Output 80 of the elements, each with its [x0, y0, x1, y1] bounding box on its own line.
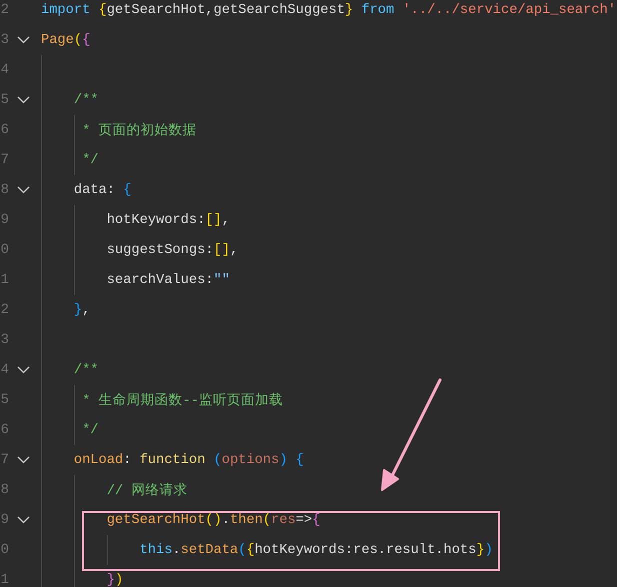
code-token: Page — [41, 32, 74, 48]
code-token: () — [205, 512, 222, 528]
line-number: 2 — [0, 2, 9, 18]
line-number: 1 — [0, 572, 9, 587]
line-number: 7 — [0, 452, 9, 468]
code-token: getSearchHot — [106, 512, 206, 528]
code-token: [] — [205, 212, 222, 228]
code-token: } — [344, 2, 354, 18]
code-token: => — [296, 512, 312, 528]
code-token: { — [82, 32, 90, 48]
fold-chevron-icon[interactable] — [17, 456, 30, 464]
code-token: . — [172, 542, 181, 558]
line-number: 6 — [0, 122, 9, 138]
code-token: [] — [214, 242, 230, 258]
code-token: from — [361, 2, 396, 18]
line-number: 5 — [0, 92, 9, 108]
line-number: 9 — [0, 212, 9, 228]
code-token: ( — [238, 542, 246, 558]
line-number: 0 — [0, 242, 9, 258]
code-token: { — [98, 2, 107, 18]
code-token: ) — [279, 452, 288, 468]
code-token: , — [230, 242, 238, 258]
code-token: data: — [72, 182, 116, 198]
code-token: * 页面的初始数据 — [81, 122, 196, 139]
code-token: { — [296, 452, 304, 468]
code-token: searchValues: — [106, 272, 214, 288]
line-number: 6 — [0, 422, 9, 438]
code-token: res — [271, 512, 296, 528]
fold-chevron-icon[interactable] — [17, 186, 30, 194]
code-token: { — [312, 512, 320, 528]
code-token: } — [476, 542, 485, 558]
code-token: /** — [72, 362, 98, 378]
code-token: "" — [214, 272, 230, 288]
code-token: then — [230, 512, 263, 528]
code-token: '../../service/api_search' — [402, 2, 616, 18]
line-number: 4 — [0, 362, 9, 378]
code-token: * 生命周期函数--监听页面加载 — [81, 392, 283, 409]
code-token: setData — [180, 542, 238, 558]
code-token: suggestSongs: — [106, 242, 214, 258]
fold-chevron-icon[interactable] — [17, 366, 30, 374]
code-token: ( — [214, 452, 222, 468]
line-number: 8 — [0, 482, 9, 498]
line-number: 2 — [0, 302, 9, 318]
fold-chevron-icon[interactable] — [17, 96, 30, 104]
arrow-icon — [378, 376, 444, 494]
line-number: 9 — [0, 512, 9, 528]
code-token: } — [72, 302, 82, 318]
code-token: */ — [81, 152, 98, 168]
code-token: ) — [114, 572, 124, 587]
line-number: 8 — [0, 182, 9, 198]
code-token: function — [140, 452, 206, 468]
line-number: 3 — [0, 32, 9, 48]
line-number: 0 — [0, 542, 9, 558]
fold-chevron-icon[interactable] — [17, 36, 30, 44]
code-token: this — [138, 542, 172, 558]
code-token: , — [222, 212, 230, 228]
code-token: hotKeywords: — [106, 212, 206, 228]
code-token: , — [82, 302, 90, 318]
code-token: } — [106, 572, 115, 587]
line-number: 1 — [0, 272, 9, 288]
line-number: 3 — [0, 332, 9, 348]
fold-chevron-icon[interactable] — [17, 516, 30, 524]
line-number: 7 — [0, 152, 9, 168]
code-token: getSearchHot,getSearchSuggest — [106, 2, 345, 18]
code-token: { — [246, 542, 255, 558]
code-token: ( — [262, 512, 272, 528]
code-token: options — [222, 452, 280, 468]
code-token: */ — [81, 422, 98, 438]
code-token: ( — [74, 32, 82, 48]
line-number: 4 — [0, 62, 9, 78]
code-token: ) — [484, 542, 493, 558]
code-token: /** — [72, 92, 98, 108]
code-token: import — [41, 2, 92, 18]
line-number: 5 — [0, 392, 9, 408]
code-token: // 网络请求 — [106, 482, 188, 499]
code-token: : — [123, 452, 132, 468]
code-token: onLoad — [72, 452, 124, 468]
code-token: { — [123, 182, 132, 198]
code-token: hotKeywords:res.result.hots — [254, 542, 476, 558]
code-token: . — [222, 512, 230, 528]
